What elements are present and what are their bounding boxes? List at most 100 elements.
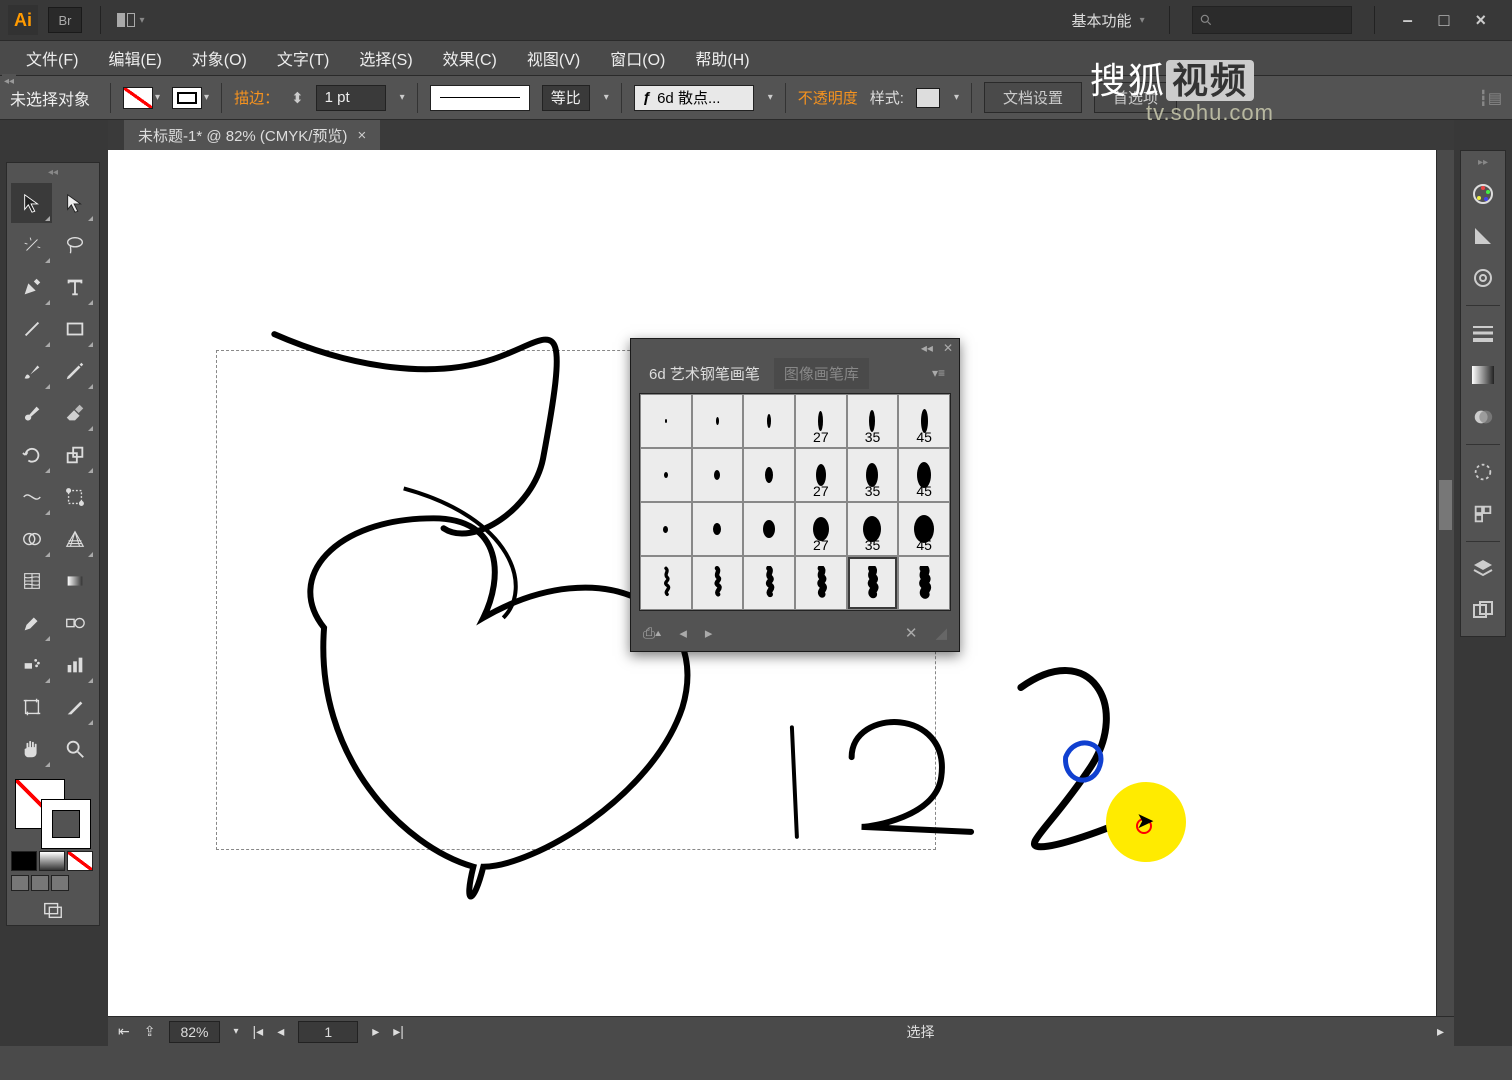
eraser-tool[interactable]: [54, 393, 95, 433]
brush-definition-select[interactable]: ƒ6d 散点...: [634, 85, 754, 111]
scrollbar-thumb[interactable]: [1439, 480, 1452, 530]
brush-swatch[interactable]: [640, 502, 692, 556]
color-guide-panel-icon[interactable]: [1466, 219, 1500, 253]
chevron-down-icon[interactable]: ▾: [400, 92, 405, 103]
next-library-icon[interactable]: ▸: [705, 624, 713, 642]
workspace-switcher[interactable]: 基本功能: [1058, 6, 1159, 35]
brush-swatch[interactable]: 45: [898, 502, 950, 556]
menu-help[interactable]: 帮助(H): [681, 40, 763, 76]
gradient-tool[interactable]: [54, 561, 95, 601]
prev-library-icon[interactable]: ◂: [679, 624, 687, 642]
status-menu-icon[interactable]: ▸: [1437, 1023, 1444, 1040]
brush-swatch[interactable]: [692, 448, 744, 502]
artboard-next-icon[interactable]: ▸: [372, 1023, 379, 1040]
width-tool[interactable]: [11, 477, 52, 517]
brush-swatch[interactable]: [640, 556, 692, 610]
stroke-profile-select[interactable]: 等比: [542, 85, 590, 111]
menu-view[interactable]: 视图(V): [513, 40, 594, 76]
artboard-tool[interactable]: [11, 687, 52, 727]
brush-swatch[interactable]: [692, 556, 744, 610]
pencil-tool[interactable]: [54, 351, 95, 391]
brush-swatch[interactable]: [692, 502, 744, 556]
minimize-button[interactable]: –: [1403, 10, 1413, 31]
brush-swatch[interactable]: [743, 556, 795, 610]
type-tool[interactable]: [54, 267, 95, 307]
close-tab-icon[interactable]: ×: [357, 127, 366, 144]
graphic-style-swatch[interactable]: [916, 88, 940, 108]
slice-tool[interactable]: [54, 687, 95, 727]
brush-swatch[interactable]: [640, 394, 692, 448]
brush-swatch[interactable]: 35: [847, 394, 899, 448]
document-tab[interactable]: 未标题-1* @ 82% (CMYK/预览) ×: [124, 120, 380, 151]
direct-selection-tool[interactable]: [54, 183, 95, 223]
close-button[interactable]: ×: [1475, 10, 1486, 31]
transparency-panel-icon[interactable]: [1466, 400, 1500, 434]
tools-collapse-icon[interactable]: ◂◂: [11, 167, 95, 181]
artboard-prev-icon[interactable]: ◂: [277, 1023, 284, 1040]
brush-delete-icon[interactable]: ✕: [905, 624, 918, 642]
kuler-panel-icon[interactable]: [1466, 261, 1500, 295]
menu-window[interactable]: 窗口(O): [596, 40, 679, 76]
panel-collapse-icon[interactable]: ◂◂: [921, 341, 933, 355]
zoom-tool[interactable]: [54, 729, 95, 769]
brush-swatch[interactable]: [898, 556, 950, 610]
library-menu-icon[interactable]: ⎙▴: [643, 625, 661, 642]
graphic-styles-panel-icon[interactable]: [1466, 497, 1500, 531]
share-icon[interactable]: ⇪: [144, 1023, 156, 1040]
artboard-number-input[interactable]: 1: [298, 1021, 358, 1043]
resize-grip-icon[interactable]: ◢: [935, 624, 947, 642]
brush-swatch[interactable]: [743, 394, 795, 448]
brush-swatch[interactable]: 27: [795, 502, 847, 556]
brush-swatch[interactable]: [692, 394, 744, 448]
eyedropper-tool[interactable]: [11, 603, 52, 643]
menu-file[interactable]: 文件(F): [12, 40, 92, 76]
lasso-tool[interactable]: [54, 225, 95, 265]
symbol-sprayer-tool[interactable]: [11, 645, 52, 685]
brush-swatch[interactable]: [743, 502, 795, 556]
maximize-button[interactable]: □: [1439, 10, 1450, 31]
brush-panel-tab-active[interactable]: 6d 艺术钢笔画笔: [639, 358, 770, 389]
magic-wand-tool[interactable]: [11, 225, 52, 265]
panel-menu-icon[interactable]: ▾≡: [926, 366, 951, 380]
stroke-swatch[interactable]: ▾: [172, 87, 209, 109]
perspective-grid-tool[interactable]: [54, 519, 95, 559]
brush-swatch[interactable]: 35: [847, 502, 899, 556]
artboard-next-last-icon[interactable]: ▸|: [393, 1023, 404, 1040]
rectangle-tool[interactable]: [54, 309, 95, 349]
stroke-profile-preview[interactable]: [430, 85, 530, 111]
blend-tool[interactable]: [54, 603, 95, 643]
zoom-level-input[interactable]: 82%: [169, 1021, 219, 1043]
selection-tool[interactable]: [11, 183, 52, 223]
menu-edit[interactable]: 编辑(E): [94, 40, 175, 76]
bridge-button[interactable]: Br: [48, 7, 82, 33]
hand-tool[interactable]: [11, 729, 52, 769]
scale-tool[interactable]: [54, 435, 95, 475]
blob-brush-tool[interactable]: [11, 393, 52, 433]
brush-swatch[interactable]: 35: [847, 448, 899, 502]
arrange-documents-button[interactable]: ▾: [111, 7, 151, 33]
vertical-scrollbar[interactable]: [1436, 150, 1454, 1016]
brush-swatch[interactable]: [795, 556, 847, 610]
brush-panel-tab-inactive[interactable]: 图像画笔库: [774, 358, 869, 389]
stroke-weight-input[interactable]: 1 pt: [316, 85, 386, 111]
menu-type[interactable]: 文字(T): [263, 40, 343, 76]
gradient-panel-icon[interactable]: [1466, 358, 1500, 392]
fill-stroke-proxy[interactable]: [11, 775, 95, 847]
brush-swatch[interactable]: [743, 448, 795, 502]
rail-expand-icon[interactable]: ▸▸: [1478, 157, 1488, 171]
collapse-icon[interactable]: ◂◂: [2, 74, 16, 88]
chevron-down-icon[interactable]: ▾: [768, 92, 773, 103]
brush-swatch[interactable]: 45: [898, 394, 950, 448]
color-mode-solid[interactable]: [11, 851, 37, 871]
paintbrush-tool[interactable]: [11, 351, 52, 391]
stroke-proxy-icon[interactable]: [41, 799, 91, 849]
stroke-link-icon[interactable]: ⬍: [291, 89, 304, 107]
menu-effect[interactable]: 效果(C): [429, 40, 511, 76]
color-mode-gradient[interactable]: [39, 851, 65, 871]
brush-swatch[interactable]: [847, 556, 899, 610]
chevron-down-icon[interactable]: ▾: [234, 1026, 239, 1037]
stroke-panel-icon[interactable]: [1466, 316, 1500, 350]
mesh-tool[interactable]: [11, 561, 52, 601]
brush-swatch[interactable]: [640, 448, 692, 502]
fill-swatch[interactable]: ▾: [123, 87, 160, 109]
